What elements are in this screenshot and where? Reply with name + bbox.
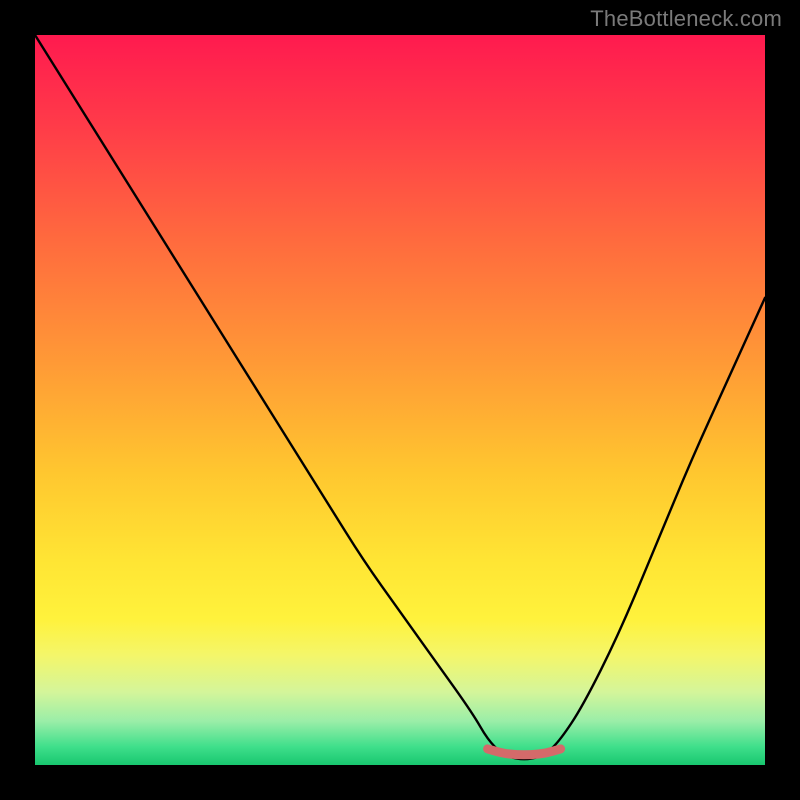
chart-frame: TheBottleneck.com xyxy=(0,0,800,800)
bottleneck-curve xyxy=(35,35,765,759)
watermark-text: TheBottleneck.com xyxy=(590,6,782,32)
optimal-band xyxy=(488,749,561,755)
plot-area xyxy=(35,35,765,765)
curve-layer xyxy=(35,35,765,765)
